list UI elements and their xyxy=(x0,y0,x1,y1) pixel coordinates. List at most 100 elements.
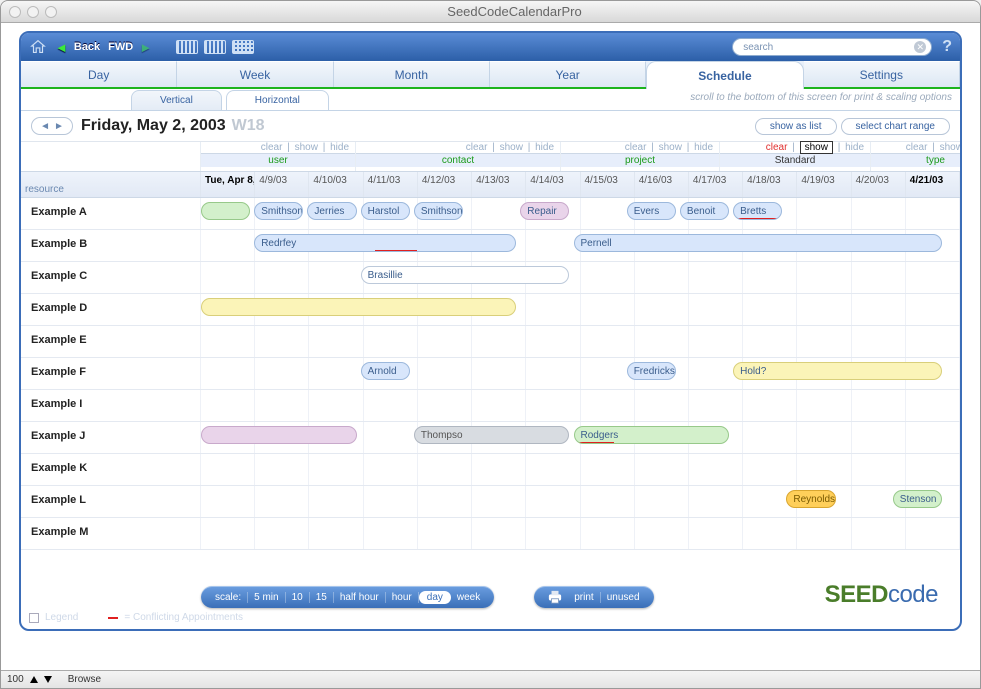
view-columns-icon[interactable] xyxy=(204,40,226,54)
appointment-bar[interactable]: Smithson xyxy=(414,202,463,220)
scale-option[interactable]: day xyxy=(419,591,451,604)
sub-tab-horizontal[interactable]: Horizontal xyxy=(226,90,329,110)
date-column-header[interactable]: 4/12/03 xyxy=(418,172,472,197)
appointment-bar[interactable] xyxy=(201,202,250,220)
back-arrow-icon[interactable]: ◄ xyxy=(55,40,68,55)
zoom-up-icon[interactable] xyxy=(30,676,38,683)
view-grid-icon[interactable] xyxy=(232,40,254,54)
appointment-bar[interactable]: Arnold xyxy=(361,362,410,380)
date-column-header[interactable]: 4/9/03 xyxy=(255,172,309,197)
filter-clear[interactable]: clear xyxy=(766,142,788,153)
filter-show[interactable]: show xyxy=(295,142,318,153)
appointment-bar[interactable]: Redrfey xyxy=(254,234,516,252)
appointment-bar[interactable]: Hold? xyxy=(733,362,942,380)
print-button[interactable]: print xyxy=(568,592,600,603)
date-column-header[interactable]: Tue, Apr 8, 2003 xyxy=(201,172,255,197)
current-date: Friday, May 2, 2003 xyxy=(81,117,226,135)
appointment-bar[interactable]: Evers xyxy=(627,202,676,220)
filter-show[interactable]: show xyxy=(500,142,523,153)
appointment-bar[interactable]: Jerries xyxy=(307,202,356,220)
date-column-header[interactable]: 4/19/03 xyxy=(797,172,851,197)
minimize-window-button[interactable] xyxy=(27,6,39,18)
titlebar: SeedCodeCalendarPro xyxy=(1,1,980,23)
unused-button[interactable]: unused xyxy=(601,592,646,603)
filter-hide[interactable]: hide xyxy=(694,142,713,153)
zoom-window-button[interactable] xyxy=(45,6,57,18)
appointment-bar[interactable]: Benoit xyxy=(680,202,729,220)
date-column-header[interactable]: 4/17/03 xyxy=(689,172,743,197)
select-chart-range-button[interactable]: select chart range xyxy=(841,118,951,135)
appointment-bar[interactable]: Repair xyxy=(520,202,569,220)
date-step-buttons[interactable]: ◄ ► xyxy=(31,117,73,135)
scale-option[interactable]: week xyxy=(451,592,486,603)
date-column-header[interactable]: 4/20/03 xyxy=(852,172,906,197)
appointment-bar[interactable]: Reynolds xyxy=(786,490,835,508)
appointment-bar[interactable] xyxy=(201,426,357,444)
home-icon[interactable] xyxy=(29,38,47,56)
fwd-button[interactable]: FWD xyxy=(108,41,133,53)
date-column-header[interactable]: 4/14/03 xyxy=(526,172,580,197)
prev-day-icon[interactable]: ◄ xyxy=(40,121,50,132)
resource-label: Example L xyxy=(21,486,201,517)
search-input[interactable]: search ✕ xyxy=(732,38,932,56)
filter-show[interactable]: show xyxy=(659,142,682,153)
filter-hide[interactable]: hide xyxy=(535,142,554,153)
date-column-header[interactable]: 4/16/03 xyxy=(635,172,689,197)
date-header-row: resourceTue, Apr 8, 20034/9/034/10/034/1… xyxy=(21,172,960,198)
filter-hide[interactable]: hide xyxy=(330,142,349,153)
date-column-header[interactable]: 4/21/03 xyxy=(906,172,960,197)
date-column-header[interactable]: 4/11/03 xyxy=(364,172,418,197)
appointment-bar[interactable]: Harstol xyxy=(361,202,410,220)
filter-hide[interactable]: hide xyxy=(845,142,864,153)
scale-option[interactable]: 5 min xyxy=(248,592,285,603)
scale-option[interactable]: 10 xyxy=(286,592,310,603)
filter-show[interactable]: show xyxy=(800,141,833,154)
appointment-bar[interactable]: Pernell xyxy=(574,234,943,252)
zoom-down-icon[interactable] xyxy=(44,676,52,683)
fwd-arrow-icon[interactable]: ► xyxy=(139,40,152,55)
filter-clear[interactable]: clear xyxy=(906,142,928,153)
show-as-list-button[interactable]: show as list xyxy=(755,118,837,135)
next-day-icon[interactable]: ► xyxy=(54,121,64,132)
seedcode-logo: SEEDcode xyxy=(825,581,938,609)
gantt-row: Example M xyxy=(21,518,960,550)
back-button[interactable]: Back xyxy=(74,41,100,53)
tab-year[interactable]: Year xyxy=(490,61,646,87)
scale-option[interactable]: 15 xyxy=(310,592,334,603)
appointment-bar[interactable]: Smithson xyxy=(254,202,303,220)
tab-settings[interactable]: Settings xyxy=(804,61,960,87)
resource-header: resource xyxy=(21,172,201,197)
tab-month[interactable]: Month xyxy=(334,61,490,87)
date-column-header[interactable]: 4/15/03 xyxy=(581,172,635,197)
date-column-header[interactable]: 4/10/03 xyxy=(309,172,363,197)
tab-day[interactable]: Day xyxy=(21,61,177,87)
appointment-bar[interactable]: Rodgers xyxy=(574,426,730,444)
help-button[interactable]: ? xyxy=(942,38,952,56)
date-column-header[interactable]: 4/18/03 xyxy=(743,172,797,197)
scale-option[interactable]: hour xyxy=(386,592,419,603)
gantt-body[interactable]: Example ASmithsonJerriesHarstolSmithsonR… xyxy=(21,198,960,556)
filter-clear[interactable]: clear xyxy=(261,142,283,153)
zoom-level[interactable]: 100 xyxy=(7,674,24,685)
view-mode-icons xyxy=(176,40,254,54)
appointment-bar[interactable]: Bretts xyxy=(733,202,782,220)
appointment-bar[interactable] xyxy=(201,298,516,316)
filter-show[interactable]: show xyxy=(940,142,962,153)
appointment-bar[interactable]: Thompso xyxy=(414,426,570,444)
appointment-bar[interactable]: Fredricks xyxy=(627,362,676,380)
sub-tab-vertical[interactable]: Vertical xyxy=(131,90,222,110)
clear-search-icon[interactable]: ✕ xyxy=(914,41,926,53)
view-list-icon[interactable] xyxy=(176,40,198,54)
filter-clear[interactable]: clear xyxy=(625,142,647,153)
legend-swatch-icon xyxy=(29,613,39,623)
tab-schedule[interactable]: Schedule xyxy=(646,61,803,89)
tab-week[interactable]: Week xyxy=(177,61,333,87)
appointment-bar[interactable]: Brasillie xyxy=(361,266,570,284)
close-window-button[interactable] xyxy=(9,6,21,18)
date-column-header[interactable]: 4/13/03 xyxy=(472,172,526,197)
appointment-bar[interactable]: Stenson xyxy=(893,490,942,508)
filter-clear[interactable]: clear xyxy=(466,142,488,153)
resource-label: Example B xyxy=(21,230,201,261)
window-title: SeedCodeCalendarPro xyxy=(57,4,972,19)
scale-option[interactable]: half hour xyxy=(334,592,386,603)
